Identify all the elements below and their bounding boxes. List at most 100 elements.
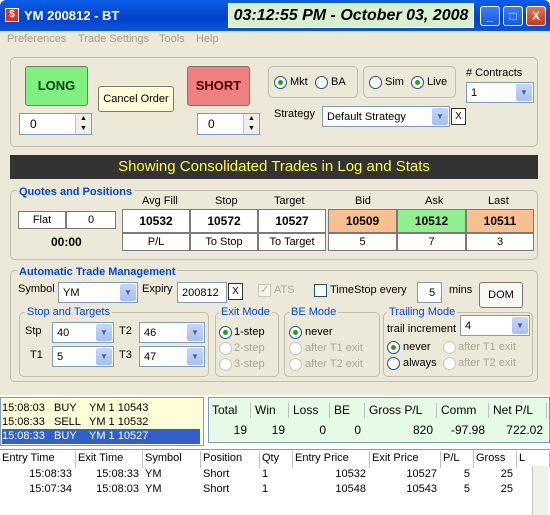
exit-1step-radio[interactable]: [219, 326, 232, 339]
stp-select[interactable]: 40 ▼: [52, 322, 114, 343]
trades-header[interactable]: Position: [203, 451, 260, 468]
timestop-label: TimeStop every: [330, 284, 407, 296]
trades-cell: 1: [262, 468, 269, 480]
timestop-field[interactable]: 5: [417, 282, 442, 303]
trades-header[interactable]: Entry Time: [2, 451, 76, 468]
exit-2step-radio[interactable]: [219, 342, 232, 355]
menu-tools[interactable]: Tools: [159, 33, 185, 45]
expiry-field[interactable]: 200812: [177, 282, 227, 303]
bid-size: 5: [328, 233, 397, 251]
log-row[interactable]: 15:08:03 BUY YM 1 10543: [2, 401, 200, 416]
app-icon: $: [5, 8, 19, 22]
strategy-select[interactable]: Default Strategy ▼: [322, 106, 450, 127]
long-button[interactable]: LONG: [25, 66, 88, 106]
t2-select[interactable]: 46 ▼: [139, 322, 205, 343]
strategy-clear-button[interactable]: X: [451, 108, 466, 125]
check-icon: ✓: [260, 284, 270, 296]
trail-t2-radio[interactable]: [443, 357, 456, 370]
symbol-select[interactable]: YM ▼: [58, 282, 138, 303]
expiry-clear-button[interactable]: X: [228, 283, 243, 300]
exit-1step-label: 1-step: [234, 326, 265, 338]
ats-checkbox[interactable]: ✓: [258, 284, 271, 297]
exit-3step-label: 3-step: [234, 358, 265, 370]
t3-value: 47: [144, 351, 157, 363]
be-t1-radio[interactable]: [289, 342, 302, 355]
position-status: Flat: [18, 211, 66, 229]
trail-never-radio[interactable]: [387, 341, 400, 354]
chevron-down-icon: ▼: [516, 84, 532, 101]
spin-up-icon[interactable]: ▲: [244, 114, 259, 124]
last-header: Last: [488, 195, 509, 207]
trades-cell: 15:08:03: [96, 483, 139, 495]
contracts-value: 1: [471, 87, 478, 99]
stats-header: Net P/L: [493, 403, 547, 418]
trades-header[interactable]: Symbol: [145, 451, 201, 468]
trades-cell: 10527: [406, 468, 437, 480]
exit-3step-radio[interactable]: [219, 358, 232, 371]
short-button[interactable]: SHORT: [187, 66, 250, 106]
chevron-down-icon: ▼: [187, 348, 203, 365]
trades-header[interactable]: Exit Price: [372, 451, 441, 468]
be-never-radio[interactable]: [289, 326, 302, 339]
live-radio[interactable]: [411, 76, 424, 89]
trades-cell: 15:08:33: [29, 468, 72, 480]
menu-trade-settings[interactable]: Trade Settings: [78, 33, 149, 45]
t2-value: 46: [144, 327, 157, 339]
be-never-label: never: [305, 326, 333, 338]
trail-always-radio[interactable]: [387, 357, 400, 370]
timestop-value: 5: [429, 287, 436, 299]
trades-header[interactable]: Exit Time: [78, 451, 143, 468]
to-target-cell: To Target: [258, 233, 326, 251]
stats-value: 19: [271, 423, 285, 437]
ats-label: ATS: [274, 284, 295, 296]
close-button[interactable]: X: [526, 6, 546, 26]
trades-cell: 25: [500, 468, 513, 480]
short-qty-value: 0: [208, 117, 215, 131]
trades-cell: 15:07:34: [29, 483, 72, 495]
maximize-button[interactable]: □: [503, 6, 523, 26]
trades-cell: YM: [145, 468, 162, 480]
trail-increment-select[interactable]: 4 ▼: [460, 315, 530, 336]
ba-radio[interactable]: [315, 76, 328, 89]
expiry-label: Expiry: [142, 283, 173, 295]
log-row[interactable]: 15:08:33 SELL YM 1 10532: [2, 415, 200, 430]
minimize-button[interactable]: _: [480, 6, 500, 26]
stats-value: 820: [412, 423, 433, 437]
sim-radio[interactable]: [369, 76, 382, 89]
long-qty-stepper[interactable]: 0 ▲ ▼: [19, 113, 92, 135]
contracts-select[interactable]: 1 ▼: [466, 82, 534, 103]
log-row-selected[interactable]: 15:08:33 BUY YM 1 10527: [2, 429, 200, 444]
be-t2-radio[interactable]: [289, 358, 302, 371]
menu-preferences[interactable]: Preferences: [7, 33, 66, 45]
trail-t1-radio[interactable]: [443, 341, 456, 354]
trades-header[interactable]: Entry Price: [295, 451, 370, 468]
exit-mode-title: Exit Mode: [219, 306, 272, 318]
trades-header[interactable]: Qty: [262, 451, 293, 468]
window-title: YM 200812 - BT: [24, 8, 120, 23]
short-qty-stepper[interactable]: 0 ▲ ▼: [197, 113, 260, 135]
t3-label: T3: [119, 349, 132, 361]
avg-fill-header: Avg Fill: [142, 195, 178, 207]
cancel-order-button[interactable]: Cancel Order: [98, 86, 174, 112]
chevron-down-icon: ▼: [512, 317, 528, 334]
mkt-radio[interactable]: [274, 76, 287, 89]
symbol-label: Symbol: [18, 283, 55, 295]
timestop-checkbox[interactable]: [314, 284, 327, 297]
t3-select[interactable]: 47 ▼: [139, 346, 205, 367]
trades-cell: 10548: [335, 483, 366, 495]
trades-scrollbar[interactable]: [532, 466, 548, 515]
chevron-down-icon: ▼: [96, 348, 112, 365]
trades-cell: YM: [145, 483, 162, 495]
dom-button[interactable]: DOM: [479, 282, 523, 308]
stats-header: Gross P/L: [369, 403, 437, 418]
spin-down-icon[interactable]: ▼: [76, 124, 91, 134]
avg-fill-value: 10532: [122, 209, 190, 233]
spin-up-icon[interactable]: ▲: [76, 114, 91, 124]
t1-select[interactable]: 5 ▼: [52, 346, 114, 367]
menu-help[interactable]: Help: [196, 33, 219, 45]
position-time: 00:00: [51, 235, 82, 249]
spin-down-icon[interactable]: ▼: [244, 124, 259, 134]
trades-header[interactable]: P/L: [443, 451, 474, 468]
trades-header[interactable]: Gross: [476, 451, 517, 468]
mkt-label: Mkt: [290, 76, 308, 88]
